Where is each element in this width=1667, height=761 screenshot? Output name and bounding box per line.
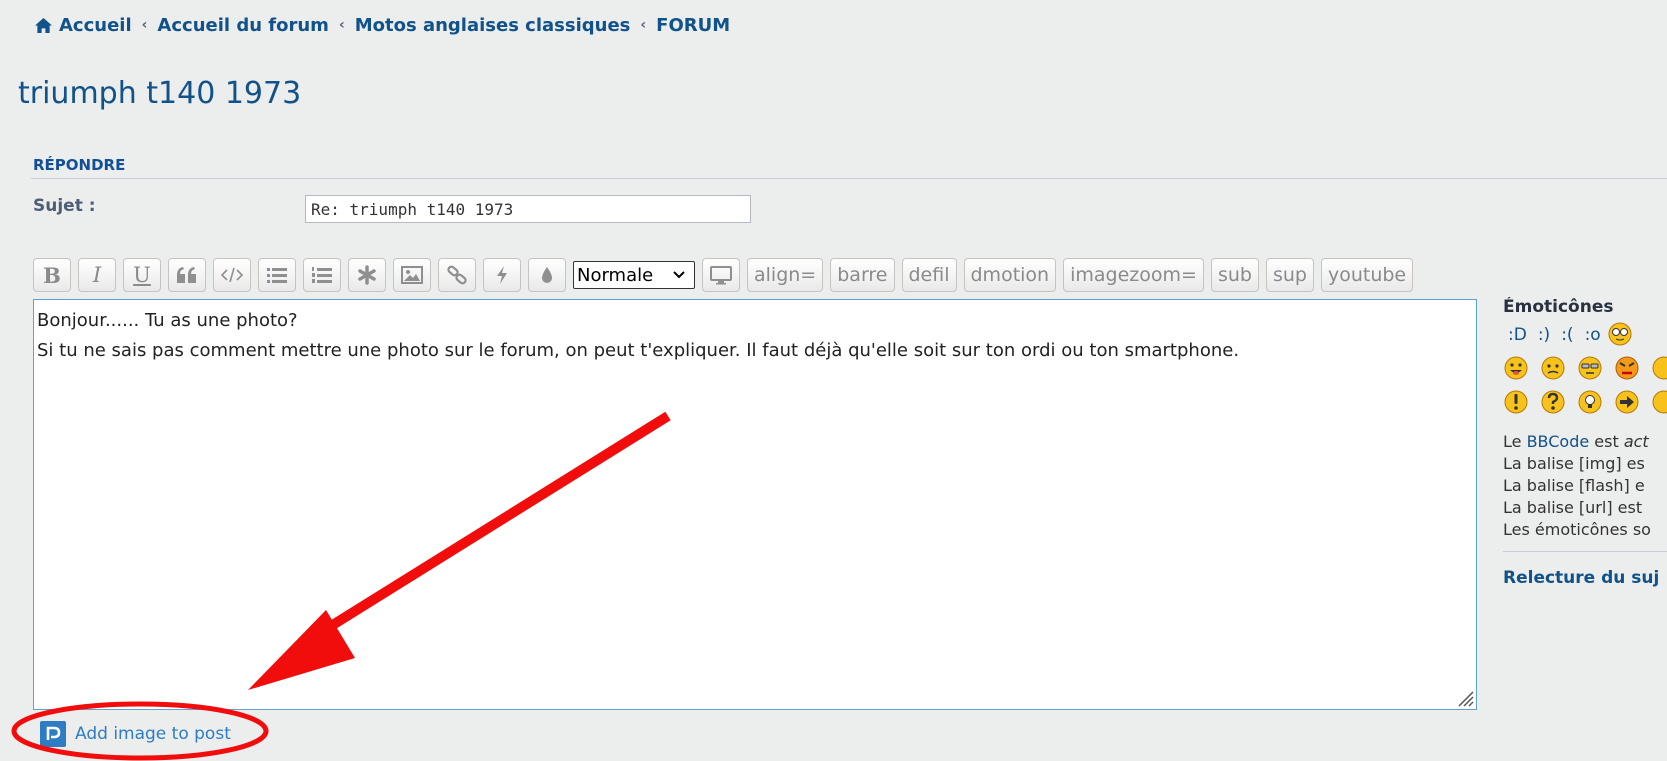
bbcode-status: act <box>1623 432 1649 451</box>
url-tag-status: La balise [url] est <box>1503 498 1643 517</box>
smiley-row <box>1503 355 1667 381</box>
smiley-geek-icon[interactable] <box>1607 321 1633 347</box>
smiley-mad-icon[interactable] <box>1614 355 1640 381</box>
idea-icon[interactable] <box>1577 389 1603 415</box>
drop-icon <box>542 267 552 283</box>
breadcrumb-forum-link[interactable]: FORUM <box>656 15 730 36</box>
bbcode-suffix: est <box>1589 432 1624 451</box>
message-textarea[interactable]: Bonjour...... Tu as une photo? Si tu ne … <box>33 299 1477 710</box>
smiley-smile[interactable]: :) <box>1538 325 1550 347</box>
home-icon <box>35 17 52 33</box>
exclamation-icon[interactable] <box>1503 389 1529 415</box>
message-line: Bonjour...... Tu as une photo? <box>37 310 298 331</box>
numbered-list-button[interactable] <box>303 258 341 292</box>
imagezoom-button-label: imagezoom= <box>1070 264 1197 286</box>
message-line: Si tu ne sais pas comment mettre une pho… <box>37 340 1240 361</box>
section-divider <box>31 178 1667 179</box>
barre-button-label: barre <box>837 264 888 286</box>
defil-button[interactable]: defil <box>901 258 957 292</box>
question-icon[interactable] <box>1540 389 1566 415</box>
quote-icon <box>177 267 196 283</box>
chevron-left-icon: ‹ <box>141 17 148 33</box>
smilies-title: Émoticônes <box>1503 297 1614 317</box>
smiley-cool-icon[interactable] <box>1577 355 1603 381</box>
chevron-left-icon: ‹ <box>640 17 647 33</box>
smiley-surprised[interactable]: :o <box>1585 325 1601 347</box>
bbcode-status-info: Le BBCode est act La balise [img] es La … <box>1503 431 1667 541</box>
dmotion-button[interactable]: dmotion <box>963 258 1057 292</box>
link-icon <box>447 265 467 285</box>
toggle-view-button[interactable] <box>702 258 740 292</box>
align-button-label: align= <box>754 264 817 286</box>
sup-button-label: sup <box>1272 264 1307 286</box>
smilies-sidebar: Émoticônes :D :) :( :o Le BBCode est act… <box>1503 297 1667 588</box>
add-image-to-post-button[interactable]: Add image to post <box>40 721 231 747</box>
bulleted-list-icon <box>267 268 287 283</box>
sub-button-label: sub <box>1217 264 1252 286</box>
resize-grip-icon[interactable] <box>1454 687 1474 707</box>
smiley-partial-icon[interactable] <box>1651 389 1667 415</box>
bold-icon: B <box>43 262 61 288</box>
bolt-icon <box>497 266 507 284</box>
underline-button[interactable]: U <box>123 258 161 292</box>
flash-button[interactable] <box>483 258 521 292</box>
bbcode-help-link[interactable]: BBCode <box>1527 432 1590 451</box>
breadcrumb-category-link[interactable]: Motos anglaises classiques <box>355 15 631 36</box>
asterisk-icon <box>358 265 376 285</box>
bbcode-status-line: Le BBCode est act <box>1503 431 1667 453</box>
sub-button[interactable]: sub <box>1210 258 1259 292</box>
breadcrumb-forum-index-link[interactable]: Accueil du forum <box>157 15 329 36</box>
smiley-tongue-icon[interactable] <box>1503 355 1529 381</box>
smiley-sad[interactable]: :( <box>1561 325 1573 347</box>
chevron-left-icon: ‹ <box>338 17 345 33</box>
breadcrumb: Accueil ‹ Accueil du forum ‹ Motos angla… <box>34 14 730 36</box>
smiley-big-grin[interactable]: :D <box>1508 325 1527 347</box>
img-tag-status: La balise [img] es <box>1503 454 1645 473</box>
chevron-down-icon <box>673 271 685 279</box>
underline-icon: U <box>133 263 151 287</box>
add-image-label: Add image to post <box>75 724 231 744</box>
list-button[interactable] <box>258 258 296 292</box>
smilies-status: Les émoticônes so <box>1503 520 1651 539</box>
code-button[interactable] <box>213 258 251 292</box>
youtube-button[interactable]: youtube <box>1320 258 1414 292</box>
sidebar-divider <box>1503 551 1667 552</box>
imagezoom-button[interactable]: imagezoom= <box>1063 258 1204 292</box>
flash-tag-status: La balise [flash] e <box>1503 476 1645 495</box>
bbcode-prefix: Le <box>1503 432 1527 451</box>
font-size-value: Normale <box>577 264 654 286</box>
numbered-list-icon <box>312 267 332 283</box>
list-item-button[interactable] <box>348 258 386 292</box>
align-button[interactable]: align= <box>747 258 824 292</box>
italic-button[interactable]: I <box>78 258 116 292</box>
postimage-icon <box>40 721 66 747</box>
youtube-button-label: youtube <box>1327 264 1407 286</box>
subject-input[interactable] <box>305 195 751 223</box>
breadcrumb-home-link[interactable]: Accueil <box>59 15 132 36</box>
text-smilies: :D :) :( :o <box>1503 322 1667 347</box>
monitor-icon <box>710 266 732 285</box>
quote-button[interactable] <box>168 258 206 292</box>
sup-button[interactable]: sup <box>1265 258 1314 292</box>
font-size-select[interactable]: Normale <box>573 261 695 289</box>
image-icon <box>401 266 423 284</box>
reply-section-title: RÉPONDRE <box>33 156 126 174</box>
arrow-icon[interactable] <box>1614 389 1640 415</box>
defil-button-label: defil <box>908 264 950 286</box>
bbcode-toolbar: B I U Normale align= barre defil dmotion… <box>33 258 1420 292</box>
topic-review-link[interactable]: Relecture du suj <box>1503 568 1667 588</box>
link-button[interactable] <box>438 258 476 292</box>
smiley-row <box>1503 389 1667 415</box>
dmotion-button-label: dmotion <box>970 264 1050 286</box>
topic-title-link[interactable]: triumph t140 1973 <box>18 76 301 111</box>
code-icon <box>221 267 243 283</box>
smiley-confused-icon[interactable] <box>1540 355 1566 381</box>
subject-label: Sujet : <box>33 196 96 216</box>
bold-button[interactable]: B <box>33 258 71 292</box>
color-button[interactable] <box>528 258 566 292</box>
image-button[interactable] <box>393 258 431 292</box>
barre-button[interactable]: barre <box>830 258 895 292</box>
smiley-wink-icon[interactable] <box>1651 355 1667 381</box>
italic-icon: I <box>92 263 102 287</box>
